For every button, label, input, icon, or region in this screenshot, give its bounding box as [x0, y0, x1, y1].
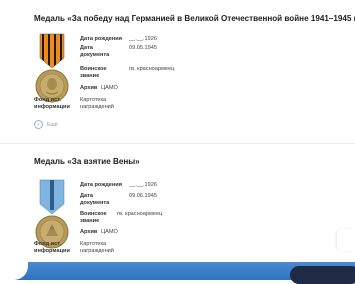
scroll-to-top-handle[interactable]: [337, 229, 355, 251]
birth-date-label: Дата рождения: [80, 36, 122, 42]
fond-value: Картотека награждений: [80, 97, 114, 110]
award-title: Медаль «За победу над Германией в Велико…: [34, 14, 355, 23]
birth-date-value: __.__.1926: [129, 36, 157, 42]
document-date-label: Дата документа: [80, 45, 110, 58]
banner-notch: [0, 262, 28, 280]
fond-value: Картотека награждений: [80, 241, 114, 254]
chevron-down-icon: ⌄: [34, 120, 43, 129]
document-date-value: 09.06.1945: [129, 193, 157, 199]
rank-value: гв. красноармеец: [129, 66, 175, 72]
rank-label: Воинское звание: [80, 211, 107, 224]
fond-label: Фонд ист. информации: [34, 97, 70, 110]
rank-label: Воинское звание: [80, 66, 107, 79]
archive-value: ЦАМО: [101, 229, 118, 235]
archive-label: Архив: [80, 229, 98, 235]
rank-value: гв. красноармеец: [117, 211, 163, 217]
more-toggle[interactable]: ⌄ Ещё: [34, 120, 58, 129]
award-title: Медаль «За взятие Вены»: [34, 157, 140, 166]
birth-date-label: Дата рождения: [80, 182, 122, 188]
fond-label: Фонд ист. информации: [34, 241, 70, 254]
document-date-label: Дата документа: [80, 193, 110, 206]
archive-value: ЦАМО: [101, 85, 118, 91]
document-date-value: 09.05.1945: [129, 45, 157, 51]
archive-label: Архив: [80, 85, 98, 91]
card-top-rule: [0, 143, 355, 144]
award-card-victory: Медаль «За победу над Германией в Велико…: [0, 0, 355, 143]
bottom-action-pill[interactable]: [290, 266, 355, 284]
bottom-banner: [0, 262, 355, 284]
more-label: Ещё: [47, 121, 58, 128]
award-card-vienna: Медаль «За взятие Вены» Дата рождения __…: [0, 143, 355, 280]
birth-date-value: __.__.1926: [129, 182, 157, 188]
